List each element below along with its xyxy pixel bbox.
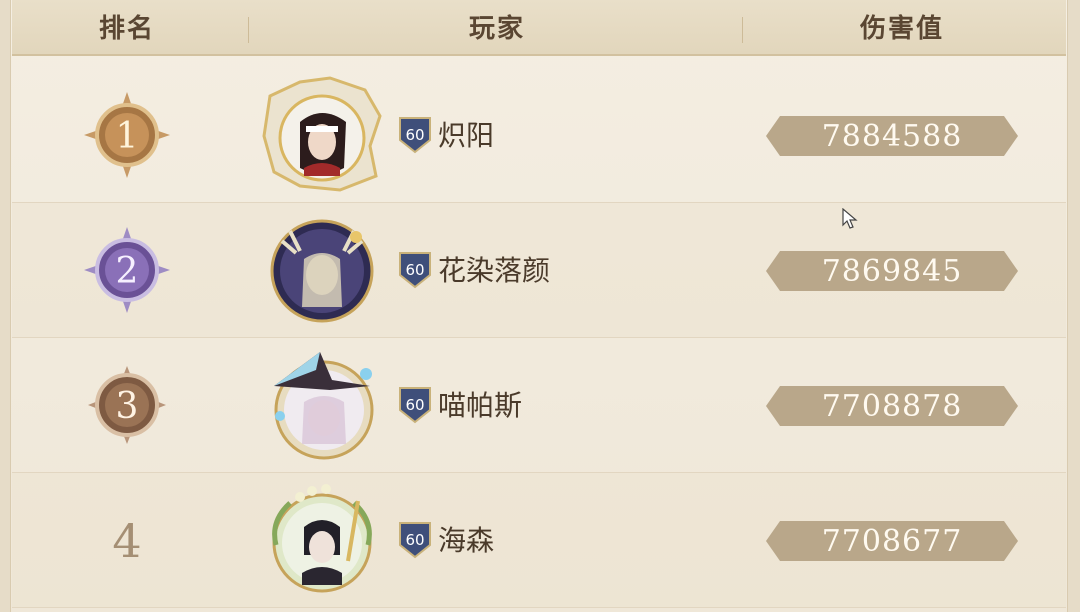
svg-text:1: 1 <box>116 116 139 157</box>
player-name[interactable]: 花染落颜 <box>438 251 550 291</box>
leaderboard-panel: 排名 玩家 伤害值 1 60 炽阳 7884588 2 60 花染落颜 7869… <box>0 0 1080 612</box>
player-avatar[interactable] <box>260 211 384 329</box>
svg-text:60: 60 <box>405 531 424 549</box>
rank-medal-gold-icon: 1 <box>84 92 170 178</box>
level-badge-icon: 60 <box>399 117 431 154</box>
damage-column-header: 伤害值 <box>859 14 944 44</box>
rank-number: 4 <box>112 514 142 568</box>
leaderboard-row[interactable]: 1 60 炽阳 7884588 <box>12 68 1066 203</box>
player-name[interactable]: 炽阳 <box>438 116 494 156</box>
leaderboard-row[interactable]: 4 60 海森 7708677 <box>12 473 1066 608</box>
panel-frame-right <box>1067 0 1080 612</box>
player-avatar[interactable] <box>260 346 384 464</box>
rank-column-header: 排名 <box>98 14 155 44</box>
player-column-header: 玩家 <box>468 14 525 44</box>
damage-value: 7708878 <box>821 389 963 424</box>
leaderboard-row[interactable]: 3 60 喵帕斯 7708878 <box>12 338 1066 473</box>
svg-text:2: 2 <box>116 251 139 292</box>
level-badge-icon: 60 <box>399 252 431 289</box>
damage-value: 7869845 <box>821 254 963 289</box>
level-badge-icon: 60 <box>399 387 431 424</box>
player-name[interactable]: 喵帕斯 <box>438 386 522 426</box>
rank-medal-purple-icon: 2 <box>84 227 170 313</box>
level-badge-icon: 60 <box>399 522 431 559</box>
player-name[interactable]: 海森 <box>438 521 494 561</box>
svg-text:60: 60 <box>405 126 424 144</box>
player-avatar[interactable] <box>260 76 384 194</box>
player-avatar[interactable] <box>260 481 384 599</box>
damage-value: 7884588 <box>821 119 963 154</box>
leaderboard-row[interactable]: 2 60 花染落颜 7869845 <box>12 203 1066 338</box>
rank-medal-bronze-icon: 3 <box>88 366 166 444</box>
header-divider <box>248 17 249 43</box>
svg-text:60: 60 <box>405 261 424 279</box>
svg-text:60: 60 <box>405 396 424 414</box>
damage-value: 7708677 <box>821 524 963 559</box>
mouse-cursor-icon <box>842 208 858 229</box>
svg-text:3: 3 <box>116 386 139 427</box>
header-divider <box>742 17 743 43</box>
leaderboard-header: 排名 玩家 伤害值 <box>12 0 1066 56</box>
panel-frame-left <box>0 0 11 612</box>
